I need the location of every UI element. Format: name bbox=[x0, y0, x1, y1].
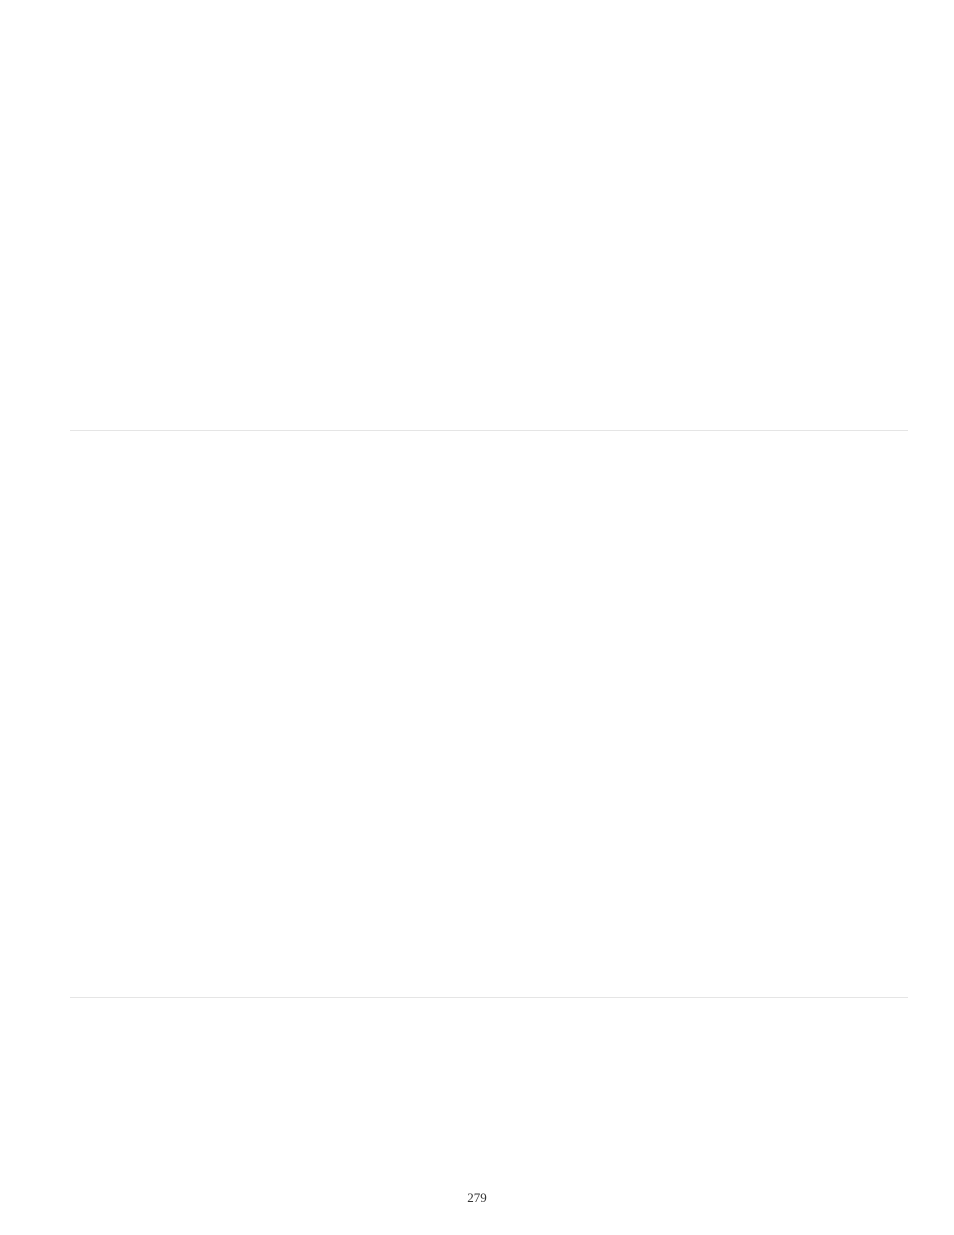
document-page: 279 bbox=[0, 0, 954, 1235]
horizontal-divider bbox=[70, 997, 908, 998]
horizontal-divider bbox=[70, 430, 908, 431]
page-number: 279 bbox=[0, 1190, 954, 1206]
